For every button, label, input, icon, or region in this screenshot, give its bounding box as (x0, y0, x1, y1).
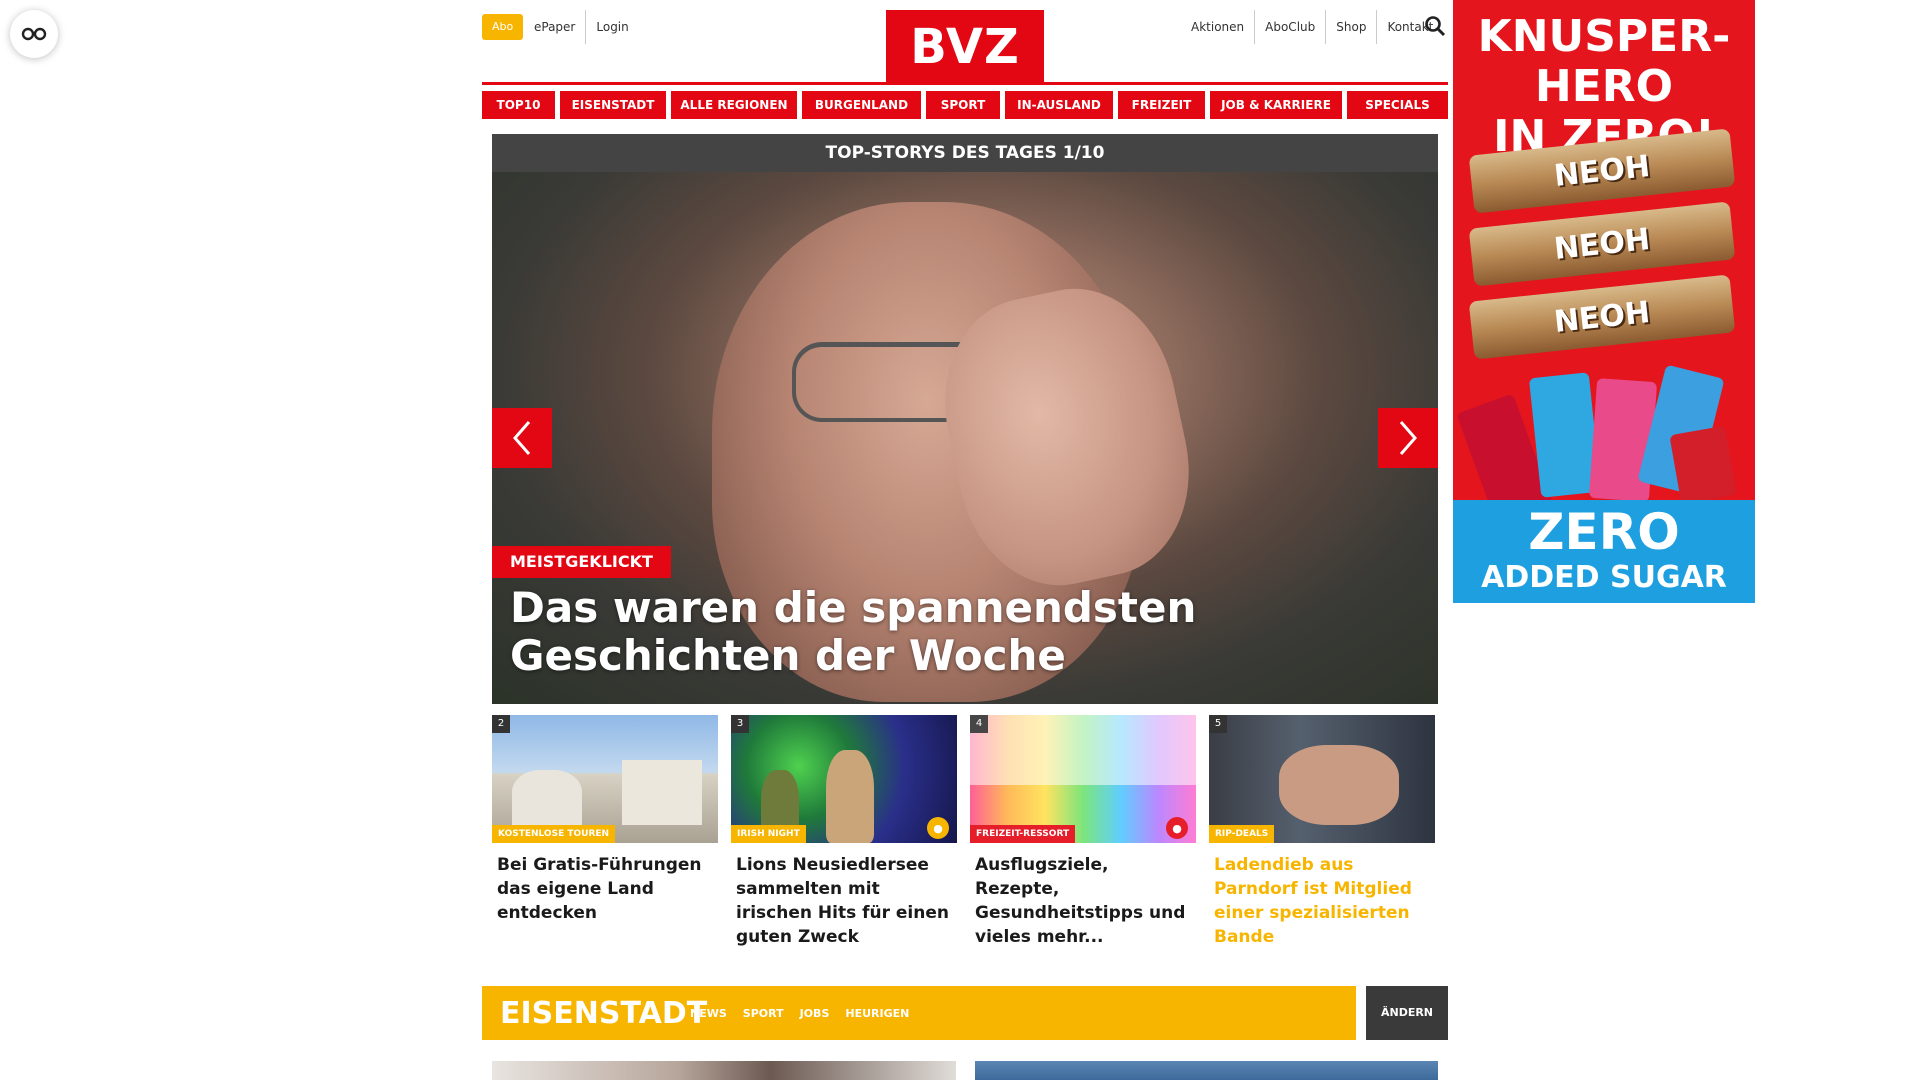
story-title[interactable]: Ladendieb aus Parndorf ist Mitglied eine… (1209, 843, 1435, 949)
camera-icon: ● (1166, 817, 1188, 839)
story-title[interactable]: Bei Gratis-Führungen das eigene Land ent… (492, 843, 718, 925)
story-title[interactable]: Ausflugsziele, Rezepte, Gesundheitstipps… (970, 843, 1196, 949)
story-card[interactable]: 4 FREIZEIT-RESSORT ● Ausflugsziele, Reze… (970, 715, 1196, 949)
story-card[interactable]: 5 RIP-DEALS Ladendieb aus Parndorf ist M… (1209, 715, 1435, 949)
slider-prev-button[interactable] (492, 408, 552, 468)
chevron-left-icon (513, 421, 531, 455)
epaper-link[interactable]: ePaper (524, 10, 585, 44)
ad-brand-label: NEOH (1552, 294, 1652, 340)
story-category: FREIZEIT-RESSORT (970, 825, 1076, 843)
story-thumbnail[interactable]: 4 FREIZEIT-RESSORT ● (970, 715, 1196, 843)
story-category: RIP-DEALS (1209, 825, 1275, 843)
ad-product-packs (1456, 364, 1737, 527)
nav-item-burgenland[interactable]: BURGENLAND (802, 91, 921, 119)
nav-item-top10[interactable]: TOP10 (482, 91, 555, 119)
region-title[interactable]: EISENSTADT (482, 996, 707, 1031)
ad-zero-text: ZERO (1528, 503, 1680, 561)
aboclub-link[interactable]: AboClub (1254, 10, 1325, 44)
chevron-right-icon (1399, 421, 1417, 455)
login-link[interactable]: Login (585, 10, 638, 44)
story-title[interactable]: Lions Neusiedlersee sammelten mit irisch… (731, 843, 957, 949)
nav-item-specials[interactable]: SPECIALS (1347, 91, 1448, 119)
hero-title[interactable]: Das waren die spannendsten Geschichten d… (510, 584, 1420, 680)
ad-brand-label: NEOH (1552, 148, 1652, 194)
ad-product-bar: NEOH (1468, 201, 1736, 287)
slider-heading: TOP-STORYS DES TAGES 1/10 (492, 134, 1438, 172)
nav-item-alle-regionen[interactable]: ALLE REGIONEN (671, 91, 797, 119)
story-cards: 2 KOSTENLOSE TOUREN Bei Gratis-Führungen… (492, 715, 1438, 949)
story-card[interactable]: 2 KOSTENLOSE TOUREN Bei Gratis-Führungen… (492, 715, 718, 949)
camera-icon: ● (927, 817, 949, 839)
story-thumbnail[interactable]: 2 KOSTENLOSE TOUREN (492, 715, 718, 843)
site-header: Abo ePaper Login BVZ Aktionen AboClub Sh… (482, 0, 1448, 83)
hero-image[interactable]: MEISTGEKLICKT Das waren die spannendsten… (492, 172, 1438, 704)
teaser-image-left[interactable] (492, 1061, 956, 1080)
ad-brand-label: NEOH (1552, 221, 1652, 267)
glasses-icon (21, 27, 47, 41)
story-rank: 4 (970, 715, 988, 733)
reader-mode-button[interactable] (10, 10, 58, 58)
story-thumbnail[interactable]: 5 RIP-DEALS (1209, 715, 1435, 843)
story-rank: 2 (492, 715, 510, 733)
slider-next-button[interactable] (1378, 408, 1438, 468)
region-link-heurigen[interactable]: HEURIGEN (845, 1007, 909, 1020)
region-link-news[interactable]: NEWS (690, 1007, 727, 1020)
bvz-logo[interactable]: BVZ (886, 10, 1044, 83)
search-button[interactable] (1424, 15, 1448, 39)
advertisement-banner[interactable]: KNUSPER-HERO IN ZERO! NEOH NEOH NEOH ZER… (1453, 0, 1755, 603)
change-region-button[interactable]: ÄNDERN (1366, 986, 1448, 1040)
story-thumbnail[interactable]: 3 IRISH NIGHT ● (731, 715, 957, 843)
search-icon (1425, 16, 1446, 37)
nav-item-sport[interactable]: SPORT (926, 91, 1000, 119)
region-link-sport[interactable]: SPORT (743, 1007, 784, 1020)
main-nav: TOP10 EISENSTADT ALLE REGIONEN BURGENLAN… (482, 91, 1448, 119)
story-category: KOSTENLOSE TOUREN (492, 825, 616, 843)
ad-product-bar: NEOH (1468, 274, 1736, 360)
account-links: ePaper Login (524, 10, 639, 44)
service-links: Aktionen AboClub Shop Kontakt (1181, 10, 1443, 44)
nav-item-job-karriere[interactable]: JOB & KARRIERE (1210, 91, 1342, 119)
nav-item-freizeit[interactable]: FREIZEIT (1118, 91, 1205, 119)
teaser-image-right[interactable] (975, 1061, 1438, 1080)
header-divider (482, 82, 1448, 85)
hero-category-badge: MEISTGEKLICKT (492, 546, 671, 578)
ad-sugar-text: ADDED SUGAR (1481, 560, 1727, 595)
region-link-jobs[interactable]: JOBS (800, 1007, 830, 1020)
nav-item-in-ausland[interactable]: IN-AUSLAND (1005, 91, 1113, 119)
shop-link[interactable]: Shop (1325, 10, 1376, 44)
top-stories-slider: TOP-STORYS DES TAGES 1/10 MEISTGEKLICKT … (492, 134, 1438, 704)
abo-button[interactable]: Abo (482, 14, 524, 40)
story-category: IRISH NIGHT (731, 825, 806, 843)
story-rank: 3 (731, 715, 749, 733)
aktionen-link[interactable]: Aktionen (1181, 10, 1254, 44)
story-rank: 5 (1209, 715, 1227, 733)
ad-headline-line-1: KNUSPER-HERO (1477, 11, 1731, 112)
story-card[interactable]: 3 IRISH NIGHT ● Lions Neusiedlersee samm… (731, 715, 957, 949)
nav-item-eisenstadt[interactable]: EISENSTADT (560, 91, 666, 119)
region-section-bar: EISENSTADT NEWS SPORT JOBS HEURIGEN (482, 986, 1356, 1040)
